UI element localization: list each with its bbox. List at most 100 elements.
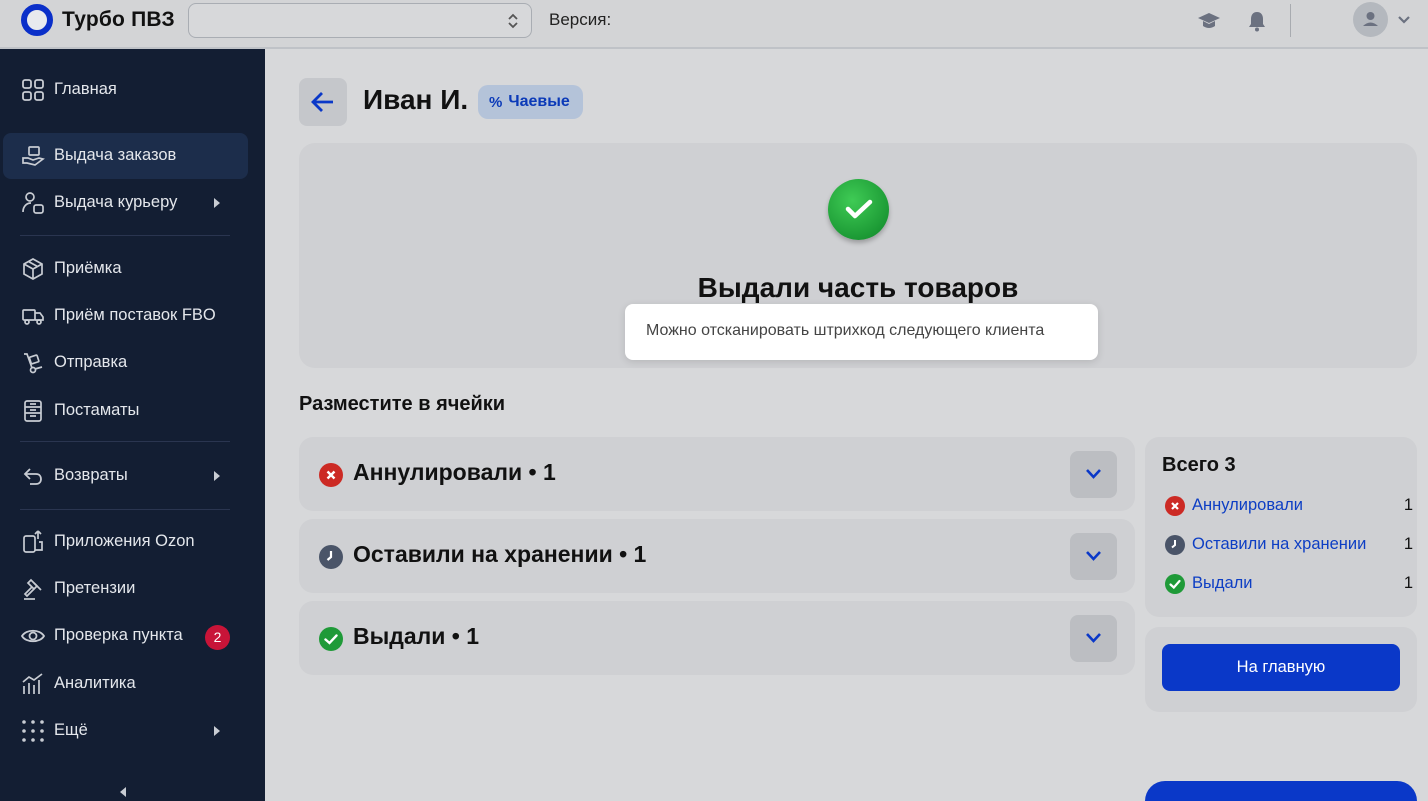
sidebar-divider <box>20 235 230 236</box>
expand-button[interactable] <box>1070 533 1117 580</box>
sidebar-item-label: Главная <box>54 80 117 98</box>
group-label: Оставили на хранении • 1 <box>353 541 647 567</box>
logo-icon <box>21 4 53 36</box>
eye-icon <box>21 629 45 643</box>
updown-chevron-icon <box>508 13 518 29</box>
sidebar-item-orders-issue[interactable]: Выдача заказов <box>3 133 248 179</box>
home-card: На главную <box>1145 627 1417 712</box>
success-check-icon <box>828 179 889 240</box>
sidebar-item-home[interactable]: Главная <box>3 67 248 113</box>
gavel-icon <box>23 578 42 600</box>
top-bar: Турбо ПВЗ Версия: <box>0 0 1428 49</box>
caret-right-icon <box>214 726 220 736</box>
sidebar-item-label: Постаматы <box>54 401 140 419</box>
help-pill-button[interactable] <box>1145 781 1417 801</box>
topbar-divider <box>1290 4 1291 37</box>
back-button[interactable] <box>299 78 347 126</box>
dolly-icon <box>24 353 43 374</box>
percent-icon: % <box>489 93 503 111</box>
hand-box-icon <box>22 146 45 166</box>
sidebar-item-label: Приложения Ozon <box>54 532 195 550</box>
grid-icon <box>22 79 44 101</box>
caret-right-icon <box>214 198 220 208</box>
sidebar-item-point-check[interactable]: Проверка пункта 2 <box>3 613 248 659</box>
dots-grid-icon <box>22 720 44 742</box>
result-title: Выдали часть товаров <box>697 272 1019 303</box>
group-label: Аннулировали • 1 <box>353 459 556 485</box>
group-issued[interactable]: Выдали • 1 <box>299 601 1135 675</box>
summary-card: Всего 3 Аннулировали 1 Оставили на хране… <box>1145 437 1417 617</box>
summary-row-label[interactable]: Выдали <box>1192 574 1253 593</box>
sidebar-item-label: Приёмка <box>54 259 122 277</box>
tips-badge-label: Чаевые <box>508 93 570 110</box>
branch-select[interactable] <box>188 3 532 38</box>
truck-icon <box>22 309 44 325</box>
sidebar-item-analytics[interactable]: Аналитика <box>3 661 248 707</box>
chevron-down-icon <box>1086 551 1101 561</box>
chevron-down-icon <box>1086 469 1101 479</box>
courier-icon <box>22 192 44 214</box>
sidebar-divider <box>20 509 230 510</box>
summary-row-count: 1 <box>1403 535 1413 553</box>
apps-icon <box>23 530 43 553</box>
sidebar-item-label: Претензии <box>54 579 136 597</box>
summary-row-label[interactable]: Аннулировали <box>1192 496 1303 515</box>
group-stored[interactable]: Оставили на хранении • 1 <box>299 519 1135 593</box>
clock-status-icon <box>1165 535 1185 555</box>
version-label: Версия: <box>549 10 612 29</box>
sidebar-item-label: Проверка пункта <box>54 626 183 644</box>
summary-row-cancelled[interactable]: Аннулировали 1 <box>1165 494 1413 518</box>
expand-button[interactable] <box>1070 451 1117 498</box>
check-status-icon <box>319 627 343 651</box>
graduation-cap-icon[interactable] <box>1197 9 1221 33</box>
caret-right-icon <box>214 471 220 481</box>
sidebar-item-label: Ещё <box>54 721 88 739</box>
sidebar-item-label: Отправка <box>54 353 128 371</box>
group-cancelled[interactable]: Аннулировали • 1 <box>299 437 1135 511</box>
chart-icon <box>22 673 43 694</box>
sidebar-item-label: Аналитика <box>54 674 136 692</box>
scan-hint-tooltip: Можно отсканировать штрихкод следующего … <box>625 304 1098 360</box>
expand-button[interactable] <box>1070 615 1117 662</box>
sidebar-item-ozon-apps[interactable]: Приложения Ozon <box>3 519 248 565</box>
summary-row-issued[interactable]: Выдали 1 <box>1165 572 1413 596</box>
cancelled-status-icon <box>319 463 343 487</box>
chevron-down-icon <box>1086 633 1101 643</box>
sidebar-collapse-icon[interactable] <box>120 787 126 797</box>
summary-row-label[interactable]: Оставили на хранении <box>1192 535 1366 554</box>
client-name: Иван И. <box>363 84 469 115</box>
chevron-down-icon[interactable] <box>1396 12 1412 28</box>
sidebar-item-returns[interactable]: Возвраты <box>3 453 248 499</box>
package-icon <box>23 258 43 280</box>
sidebar-item-more[interactable]: Ещё <box>3 708 248 754</box>
summary-row-count: 1 <box>1403 574 1413 592</box>
return-arrow-icon <box>23 468 42 485</box>
sidebar-item-acceptance[interactable]: Приёмка <box>3 246 248 292</box>
app-title: Турбо ПВЗ <box>62 8 175 31</box>
section-title: Разместите в ячейки <box>299 393 506 415</box>
cancelled-status-icon <box>1165 496 1185 516</box>
summary-row-stored[interactable]: Оставили на хранении 1 <box>1165 533 1413 557</box>
check-status-icon <box>1165 574 1185 594</box>
user-avatar-icon[interactable] <box>1353 2 1388 37</box>
locker-icon <box>24 400 42 422</box>
sidebar-item-claims[interactable]: Претензии <box>3 566 248 612</box>
summary-title: Всего 3 <box>1162 454 1236 476</box>
arrow-left-icon <box>311 92 333 112</box>
sidebar-divider <box>20 441 230 442</box>
notification-badge: 2 <box>205 625 230 650</box>
sidebar-item-label: Выдача курьеру <box>54 193 178 211</box>
sidebar-item-label: Приём поставок FBO <box>54 306 216 324</box>
sidebar-item-fbo[interactable]: Приём поставок FBO <box>3 293 248 339</box>
sidebar-item-lockers[interactable]: Постаматы <box>3 388 248 434</box>
tips-badge[interactable]: % Чаевые <box>478 85 583 119</box>
summary-row-count: 1 <box>1403 496 1413 514</box>
clock-status-icon <box>319 545 343 569</box>
sidebar-item-shipping[interactable]: Отправка <box>3 340 248 386</box>
bell-icon[interactable] <box>1245 9 1269 33</box>
sidebar-item-label: Выдача заказов <box>54 146 177 164</box>
sidebar-item-courier[interactable]: Выдача курьеру <box>3 180 248 226</box>
go-home-button[interactable]: На главную <box>1162 644 1400 691</box>
sidebar-item-label: Возвраты <box>54 466 128 484</box>
group-label: Выдали • 1 <box>353 623 480 649</box>
